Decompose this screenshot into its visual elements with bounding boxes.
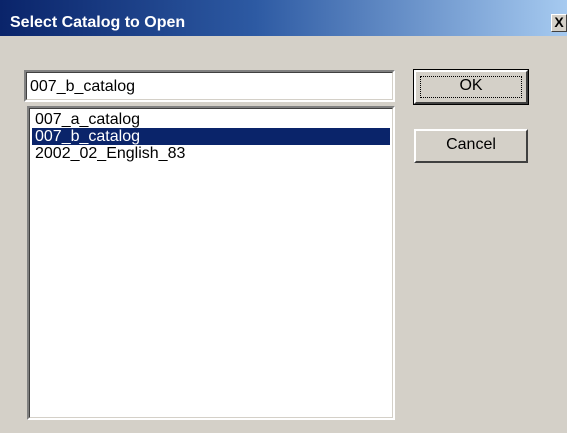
select-catalog-dialog: Select Catalog to Open X 007_a_catalog 0… (0, 0, 567, 433)
cancel-button[interactable]: Cancel (414, 129, 528, 163)
close-icon[interactable]: X (551, 14, 567, 32)
window-title: Select Catalog to Open (10, 14, 186, 31)
list-item[interactable]: 007_a_catalog (32, 111, 390, 128)
catalog-name-field[interactable] (24, 70, 395, 102)
ok-button[interactable]: OK (413, 69, 529, 105)
list-item[interactable]: 2002_02_English_83 (32, 145, 390, 162)
catalog-name-input[interactable] (30, 76, 380, 98)
list-item-selected[interactable]: 007_b_catalog (32, 128, 390, 145)
cancel-button-label: Cancel (446, 136, 496, 153)
title-bar[interactable]: Select Catalog to Open X (0, 0, 567, 36)
catalog-list[interactable]: 007_a_catalog 007_b_catalog 2002_02_Engl… (27, 106, 395, 420)
focus-rectangle (420, 76, 522, 98)
